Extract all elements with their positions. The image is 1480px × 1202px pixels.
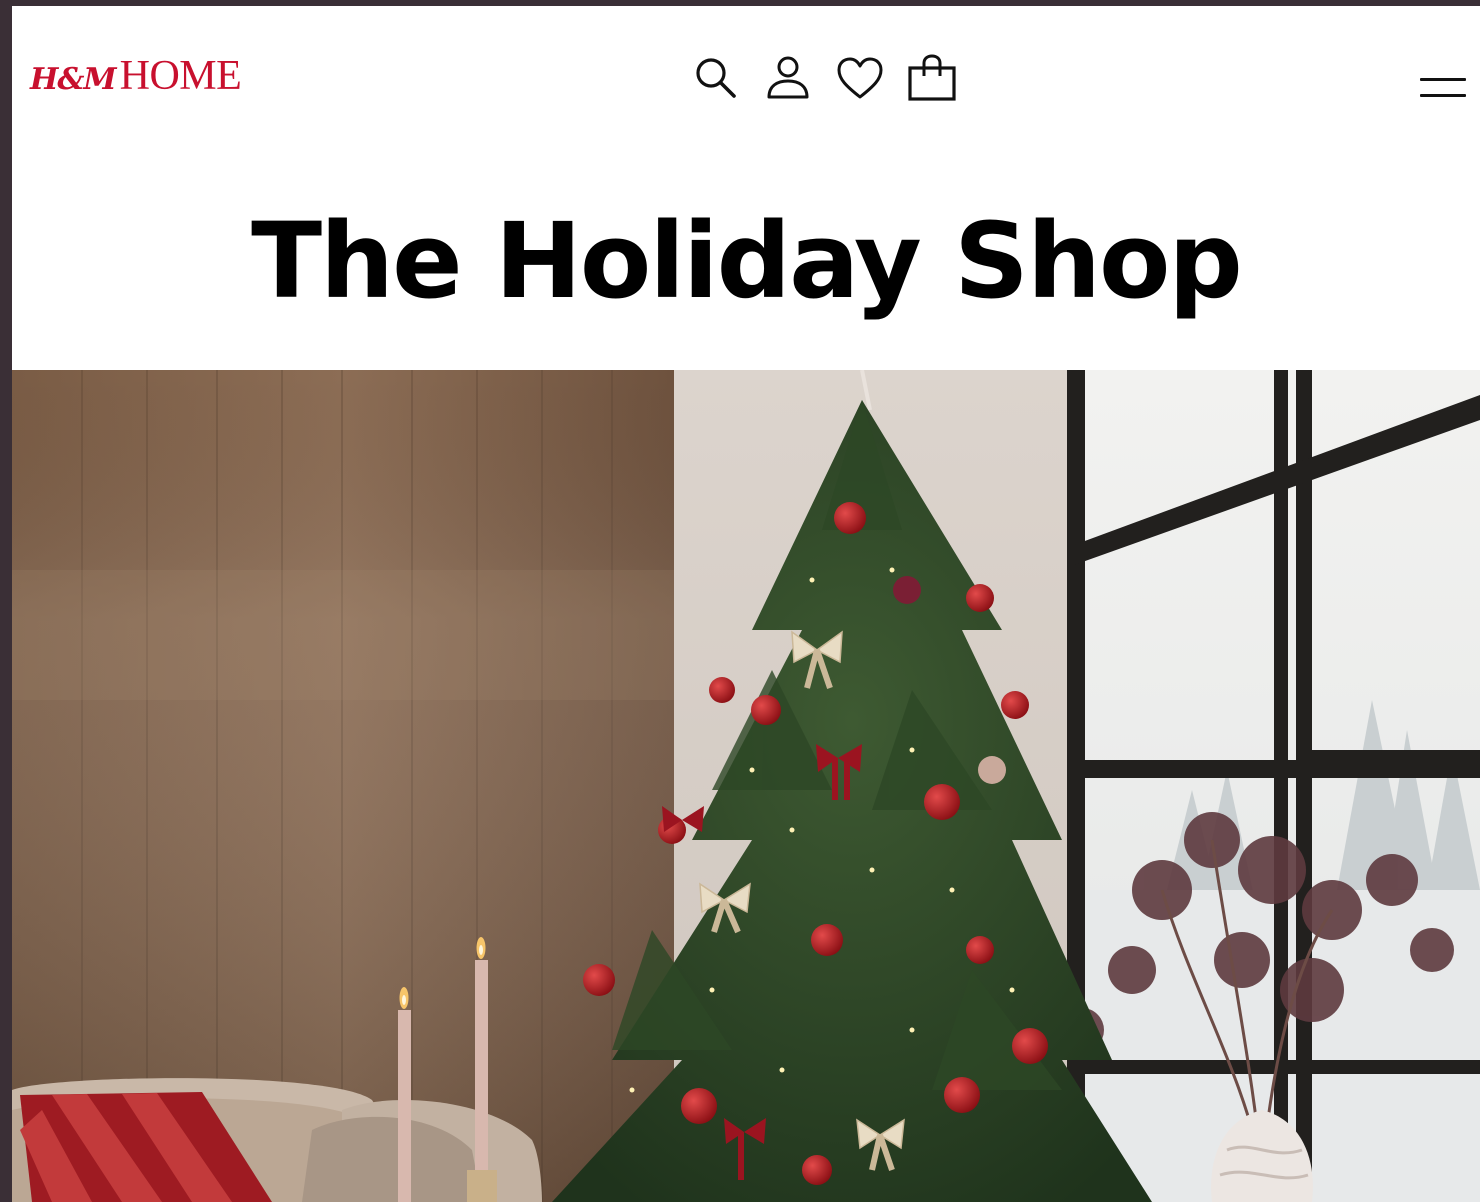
hm-home-logo[interactable]: H&M HOME bbox=[30, 52, 242, 100]
hero-image[interactable] bbox=[12, 370, 1480, 1202]
logo-mark: H&M bbox=[30, 62, 117, 97]
account-icon[interactable] bbox=[764, 54, 812, 102]
holiday-scene-illustration bbox=[12, 370, 1480, 1202]
bag-icon[interactable] bbox=[908, 54, 956, 102]
menu-icon[interactable] bbox=[1416, 74, 1468, 104]
logo-text: HOME bbox=[119, 53, 242, 99]
heart-icon[interactable] bbox=[836, 54, 884, 102]
page: H&M HOME The Holiday Shop bbox=[12, 6, 1480, 1202]
page-title: The Holiday Shop bbox=[251, 200, 1243, 322]
header-icons bbox=[692, 54, 956, 102]
search-icon[interactable] bbox=[692, 54, 740, 102]
site-header: H&M HOME bbox=[12, 6, 1480, 146]
